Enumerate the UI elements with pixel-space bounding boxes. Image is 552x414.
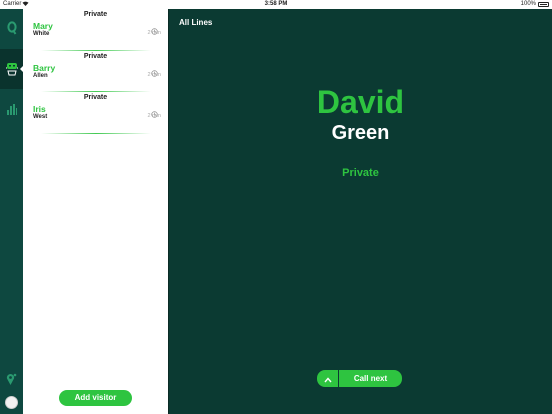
- list-item[interactable]: Private Mary White 2 min: [23, 9, 168, 51]
- call-controls: Call next: [317, 370, 402, 387]
- wait-time: 2 min: [147, 30, 161, 36]
- app-screen: Carrier 3:58 PM 100% Private Mary White …: [0, 0, 552, 414]
- current-visitor-type: Private: [342, 167, 379, 179]
- battery-percent: 100%: [520, 1, 536, 7]
- rail-item-stats[interactable]: [0, 97, 23, 121]
- location-pin-icon: [6, 373, 17, 385]
- visitor-type: Private: [83, 11, 108, 18]
- visitor-first-name: Barry: [33, 62, 56, 73]
- visitor-type: Private: [83, 94, 108, 101]
- list-item[interactable]: Private Iris West 2 min: [23, 92, 168, 134]
- wait-time: 2 min: [147, 113, 161, 119]
- visitor-first-name: Iris: [33, 104, 46, 114]
- rail-item-queue[interactable]: [0, 15, 23, 41]
- divider: [41, 132, 151, 134]
- add-visitor-button[interactable]: Add visitor: [59, 390, 132, 406]
- visitor-last-name: White: [33, 31, 50, 37]
- rail-item-visitors[interactable]: [0, 49, 23, 89]
- visitor-type: Private: [83, 52, 108, 60]
- list-item[interactable]: Private Barry Allen 2 min: [23, 51, 168, 92]
- status-bar: Carrier 3:58 PM 100%: [0, 0, 552, 9]
- status-time: 3:58 PM: [264, 1, 288, 7]
- rail-item-location[interactable]: [0, 369, 23, 389]
- wait-time: 2 min: [147, 71, 161, 78]
- current-visitor-panel: All Lines David Green Private Call next: [169, 9, 552, 414]
- visitor-list: Private Mary White 2 min Private Barry A…: [23, 9, 168, 414]
- visitor-last-name: West: [33, 114, 48, 120]
- chat-bot-icon: [5, 62, 18, 76]
- call-next-button[interactable]: Call next: [339, 370, 402, 387]
- visitor-first-name: Mary: [33, 21, 53, 31]
- q-logo-icon: [6, 21, 17, 35]
- nav-rail: [0, 9, 23, 414]
- page-title[interactable]: All Lines: [179, 18, 212, 27]
- chevron-up-icon: [323, 371, 332, 386]
- current-first-name: David: [316, 84, 405, 120]
- battery-icon: [538, 2, 549, 7]
- current-last-name: Green: [331, 122, 390, 144]
- avatar[interactable]: [5, 396, 18, 409]
- expand-button[interactable]: [317, 370, 338, 387]
- visitor-last-name: Allen: [33, 72, 48, 79]
- bar-chart-icon: [6, 103, 17, 115]
